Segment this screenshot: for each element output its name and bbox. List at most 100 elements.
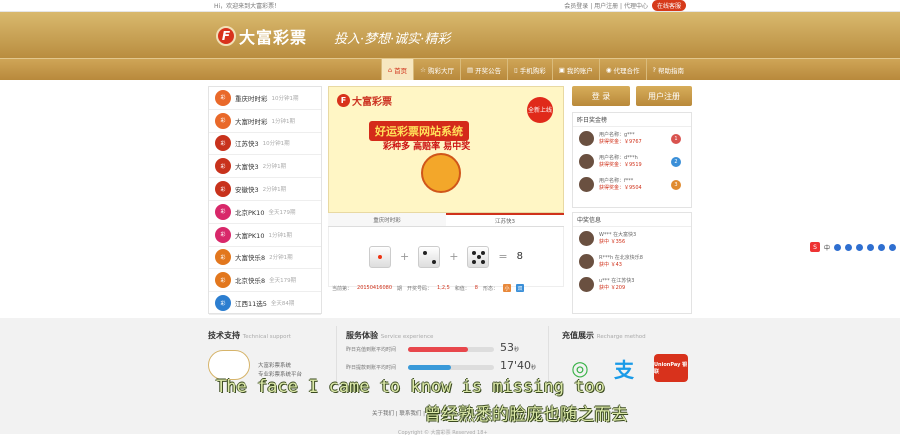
lottery-item[interactable]: 彩安徽快3 2分钟1期 xyxy=(209,178,321,201)
register-button[interactable]: 用户注册 xyxy=(636,86,692,106)
issue-suffix: 期 xyxy=(397,285,403,292)
copyright: Copyright © 大富彩票 Reserved 18+ xyxy=(398,430,488,436)
service-value: 53秒 xyxy=(500,341,519,354)
rank-badge: 3 xyxy=(671,179,681,190)
nav-item-0[interactable]: ⌂ 首页 xyxy=(381,59,414,80)
site-logo[interactable]: F 大富彩票 xyxy=(216,24,307,48)
winner-text: 用户名称：d***h 获得奖金：￥9519 xyxy=(599,155,642,169)
nav-item-1[interactable]: ☆ 购彩大厅 xyxy=(413,59,460,80)
top-links[interactable]: 会员登录 | 用户注册 | 代理中心 xyxy=(564,1,648,10)
equals-sign: = xyxy=(498,250,508,263)
nav-item-5[interactable]: ◉ 代理合作 xyxy=(598,59,646,80)
lottery-name: 大富快3 xyxy=(235,163,259,172)
news-panel: 中奖信息 W*** 在大富快3 获中 ￥356 R***h 在北京快乐8 获中 ￥43… xyxy=(572,212,692,314)
skin-icon[interactable] xyxy=(878,243,886,251)
nav-item-label: 帮助指南 xyxy=(658,66,684,75)
support-line-1: 大富彩票系统 xyxy=(258,363,292,369)
mic-icon[interactable] xyxy=(856,243,864,251)
sum-label: 和值： xyxy=(454,285,470,292)
news-line-1: R***h 在北京快乐8 xyxy=(599,254,643,261)
lottery-item[interactable]: 彩江苏快3 10分钟1期 xyxy=(209,133,321,156)
unionpay-icon[interactable]: UnionPay 银联 xyxy=(654,354,688,382)
news-line-1: u*** 在江苏快3 xyxy=(599,277,635,284)
lottery-item[interactable]: 彩北京快乐8 全天179期 xyxy=(209,269,321,293)
tools-icon[interactable] xyxy=(889,243,897,251)
nav-item-label: 购彩大厅 xyxy=(427,66,454,75)
issue-label: 当前第： xyxy=(332,285,353,292)
lottery-frequency: 10分钟1期 xyxy=(262,141,290,148)
avatar xyxy=(579,154,594,169)
top-bar: Hi，欢迎来到大富彩票！ 会员登录 | 用户注册 | 代理中心 在线客服 xyxy=(0,0,900,12)
die-2 xyxy=(418,245,441,268)
plus-sign: + xyxy=(449,250,459,263)
tab-1[interactable]: 江苏快3 xyxy=(446,213,564,226)
slogan: 投入·梦想·诚实·精彩 xyxy=(334,32,451,47)
nav-item-4[interactable]: ▣ 我的账户 xyxy=(551,59,599,80)
banner-subtitle: 彩种多 高赔率 易中奖 xyxy=(383,142,471,152)
lottery-frequency: 2分钟1期 xyxy=(262,164,287,171)
punctuation-icon[interactable] xyxy=(834,243,842,251)
nav-item-6[interactable]: ? 帮助指南 xyxy=(645,59,690,80)
alipay-icon[interactable]: 支 xyxy=(610,354,638,382)
promo-banner[interactable]: F 大富彩票 好运彩票网站系统 彩种多 高赔率 易中奖 全新上线 xyxy=(328,86,564,213)
shape-even-badge: 双 xyxy=(516,284,524,292)
mascot-image xyxy=(421,153,461,193)
emoji-icon[interactable] xyxy=(845,243,853,251)
lottery-frequency: 2分钟1期 xyxy=(269,255,293,262)
news-line-2: 获中 ￥43 xyxy=(599,261,622,268)
lottery-icon: 彩 xyxy=(215,89,231,106)
result-label: 开奖号码： xyxy=(407,285,433,292)
winners-title: 昨日奖金榜 xyxy=(573,113,691,127)
login-button[interactable]: 登 录 xyxy=(572,86,630,106)
sogou-icon[interactable]: S xyxy=(810,242,820,252)
support-heading: 技术支持 Technical support xyxy=(208,331,291,340)
lottery-item[interactable]: 彩江西11选5 全天84期 xyxy=(209,292,321,315)
nav-item-label: 我的账户 xyxy=(566,66,593,75)
ime-mode[interactable]: 中 xyxy=(824,243,830,252)
lottery-item[interactable]: 彩重庆时时彩 10分钟1期 xyxy=(209,87,321,110)
recharge-heading: 充值展示 Recharge method xyxy=(562,331,646,340)
news-title: 中奖信息 xyxy=(573,213,691,227)
lottery-icon: 彩 xyxy=(215,249,231,266)
service-bar-fill xyxy=(408,365,451,370)
service-bar xyxy=(408,365,494,370)
avatar xyxy=(579,231,594,246)
lottery-item[interactable]: 彩大富PK10 1分钟1期 xyxy=(209,224,321,247)
avatar xyxy=(579,177,594,192)
plus-sign: + xyxy=(399,250,410,263)
dice-result: + + = 8 xyxy=(328,227,564,287)
winner-text: 用户名称：f*** 获得奖金：￥9504 xyxy=(599,178,642,192)
avatar xyxy=(579,277,594,292)
home-icon: ⌂ xyxy=(388,65,393,74)
tab-0[interactable]: 重庆时时彩 xyxy=(328,213,446,226)
header: F 大富彩票 投入·梦想·诚实·精彩 xyxy=(0,12,900,58)
news-text: W*** 在大富快3 获中 ￥356 xyxy=(599,232,636,246)
rank-badge: 2 xyxy=(671,156,681,167)
keyboard-icon[interactable] xyxy=(867,243,875,251)
lottery-item[interactable]: 彩大富快乐8 2分钟1期 xyxy=(209,247,321,270)
draw-info: 当前第： 20150416080 期 开奖号码： 1,2,5 和值： 8 形态：… xyxy=(328,282,564,294)
winner-text: 用户名称：g*** 获得奖金：￥9767 xyxy=(599,132,642,146)
dice-sum: 8 xyxy=(516,251,524,262)
new-badge: 全新上线 xyxy=(527,97,553,123)
lottery-icon: 彩 xyxy=(215,295,231,312)
news-text: u*** 在江苏快3 获中 ￥209 xyxy=(599,278,634,292)
lottery-name: 安徽快3 xyxy=(235,186,259,195)
lottery-item[interactable]: 彩北京PK10 全天179期 xyxy=(209,201,321,224)
sum-value: 8 xyxy=(474,285,478,291)
nav-item-label: 代理合作 xyxy=(613,66,640,75)
nav-item-label: 手机购彩 xyxy=(519,66,546,75)
draw-tabs: 重庆时时彩 江苏快3 xyxy=(328,213,564,227)
lottery-item[interactable]: 彩大富时时彩 1分钟1期 xyxy=(209,110,321,133)
nav-item-2[interactable]: ▤ 开奖公告 xyxy=(459,59,507,80)
lottery-frequency: 10分钟1期 xyxy=(271,95,299,102)
nav-item-3[interactable]: ▯ 手机购彩 xyxy=(507,59,552,80)
ime-toolbar[interactable]: S 中 xyxy=(808,241,898,253)
avatar xyxy=(579,254,594,269)
lottery-item[interactable]: 彩大富快3 2分钟1期 xyxy=(209,155,321,179)
lottery-frequency: 1分钟1期 xyxy=(268,232,292,239)
online-service-button[interactable]: 在线客服 xyxy=(651,0,686,11)
lottery-icon: 彩 xyxy=(215,272,231,289)
lottery-frequency: 2分钟1期 xyxy=(262,187,287,194)
welcome-text: Hi，欢迎来到大富彩票！ xyxy=(214,3,281,10)
